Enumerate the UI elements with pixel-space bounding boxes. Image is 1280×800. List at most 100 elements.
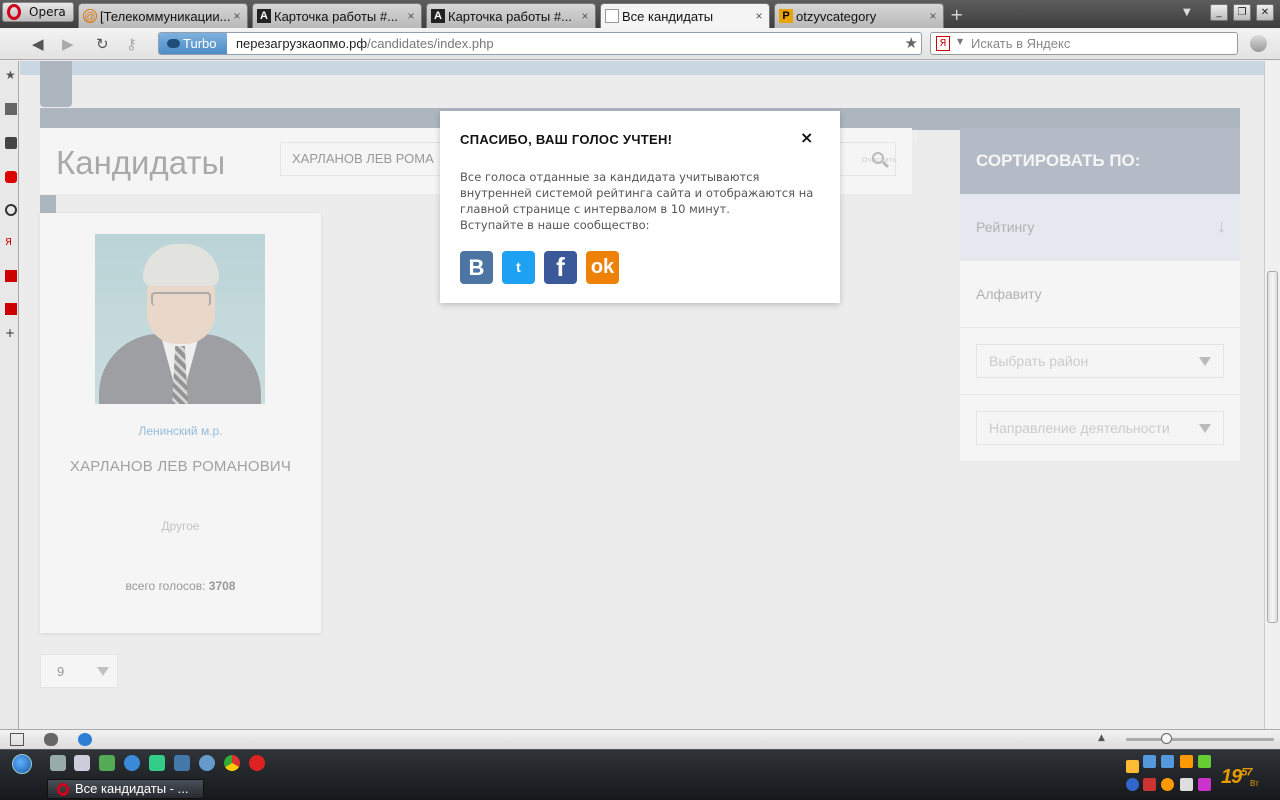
scrollbar-thumb[interactable]: [1267, 271, 1278, 623]
side-panel: ★ Я +: [0, 61, 19, 729]
opera-menu-button[interactable]: Opera: [2, 2, 74, 22]
twitter-icon[interactable]: t: [502, 251, 535, 284]
chevron-down-icon[interactable]: ▼: [957, 37, 963, 46]
close-icon[interactable]: ×: [231, 9, 243, 23]
tab-all-candidates[interactable]: Все кандидаты ×: [600, 3, 770, 28]
close-icon[interactable]: ×: [927, 9, 939, 23]
bookmarks-star-icon[interactable]: ★: [5, 69, 17, 81]
close-icon[interactable]: ×: [579, 9, 591, 23]
turbo-button[interactable]: Turbo: [159, 33, 227, 54]
quicklaunch-icon-1[interactable]: [50, 755, 66, 771]
history-icon[interactable]: [5, 204, 17, 216]
url-field[interactable]: Turbo перезагрузкаопмо.рф/candidates/ind…: [158, 32, 922, 55]
tray-icon-5[interactable]: [1198, 755, 1211, 768]
quicklaunch-icon-6[interactable]: [174, 755, 190, 771]
yandex-search-field[interactable]: Я ▼ Искать в Яндекс: [930, 32, 1238, 55]
forward-icon[interactable]: ▶: [62, 35, 74, 53]
modal-message: Все голоса отданные за кандидата учитыва…: [460, 169, 820, 233]
modal-title: СПАСИБО, ВАШ ГОЛОС УЧТЕН!: [460, 132, 673, 147]
a-icon: A: [431, 9, 445, 23]
tab-telecom[interactable]: @ [Телекоммуникации... ×: [78, 3, 248, 28]
tab-list-icon[interactable]: ▼: [1183, 7, 1191, 18]
zoom-slider-knob[interactable]: [1161, 733, 1172, 744]
taskbar-clock[interactable]: 1957: [1221, 766, 1253, 789]
page-viewport: ТЫ Кандидаты ХАРЛАНОВ ЛЕВ РОМА Очистить …: [20, 61, 1264, 729]
tray-network-icon[interactable]: [1143, 755, 1156, 768]
page-scrollbar[interactable]: [1264, 61, 1280, 729]
tray-network-icon-2[interactable]: [1161, 755, 1174, 768]
opera-menu-label: Opera: [29, 5, 66, 19]
youtube-icon[interactable]: [5, 171, 17, 183]
modal-message-line2: Вступайте в наше сообщество:: [460, 218, 650, 232]
back-icon[interactable]: ◀: [32, 35, 44, 53]
a-icon: A: [257, 9, 271, 23]
unite-icon[interactable]: [78, 733, 92, 746]
tab-work-card-1[interactable]: A Карточка работы #... ×: [252, 3, 422, 28]
yandex-side-icon[interactable]: Я: [5, 237, 17, 249]
tab-work-card-2[interactable]: A Карточка работы #... ×: [426, 3, 596, 28]
key-icon[interactable]: ⚷: [126, 35, 137, 53]
modal-message-line1: Все голоса отданные за кандидата учитыва…: [460, 170, 814, 216]
zoom-slider[interactable]: [1126, 738, 1274, 741]
turbo-label: Turbo: [183, 36, 217, 51]
reload-icon[interactable]: ↻: [96, 35, 109, 53]
opera-logo-icon: [7, 4, 21, 20]
browser-status-bar: ▲: [0, 729, 1280, 749]
ie-icon[interactable]: [124, 755, 140, 771]
speed-dial-icon[interactable]: [5, 103, 17, 115]
tray-icon-4[interactable]: [1180, 755, 1193, 768]
add-panel-icon[interactable]: +: [5, 327, 17, 339]
tab-label: Карточка работы #...: [448, 8, 572, 24]
clock-hour: 19: [1221, 766, 1242, 788]
search-placeholder: Искать в Яндекс: [971, 36, 1071, 51]
tray-avast-icon[interactable]: [1161, 778, 1174, 791]
quicklaunch-icon-2[interactable]: [74, 755, 90, 771]
facebook-icon[interactable]: f: [544, 251, 577, 284]
zoom-up-icon[interactable]: ▲: [1098, 733, 1105, 743]
vk-icon[interactable]: В: [460, 251, 493, 284]
tab-label: Все кандидаты: [622, 8, 714, 24]
url-domain: перезагрузкаопмо.рф: [236, 36, 368, 51]
tab-label: otzyvcategory: [796, 8, 877, 24]
bookmark-star-icon[interactable]: ★: [905, 34, 918, 52]
url-text: перезагрузкаопмо.рф/candidates/index.php: [236, 36, 494, 51]
yandex-browser-icon[interactable]: [249, 755, 265, 771]
at-icon: @: [83, 9, 97, 23]
cloud-icon: [167, 39, 180, 48]
odnoklassniki-icon[interactable]: ok: [586, 251, 619, 284]
p-icon: P: [779, 9, 793, 23]
vote-thanks-modal: СПАСИБО, ВАШ ГОЛОС УЧТЕН! × Все голоса о…: [440, 111, 840, 303]
address-toolbar: ◀ ▶ ↻ ⚷ Turbo перезагрузкаопмо.рф/candid…: [0, 28, 1280, 60]
panel-toggle-icon[interactable]: [10, 733, 24, 746]
tab-label: [Телекоммуникации...: [100, 8, 231, 24]
extension-icon[interactable]: [1250, 35, 1267, 52]
taskbar-window-opera[interactable]: Все кандидаты - ...: [47, 779, 204, 799]
clock-minutes: 57: [1241, 766, 1252, 779]
window-close-icon[interactable]: ✕: [1256, 4, 1274, 21]
quicklaunch-icon-3[interactable]: [99, 755, 115, 771]
tab-otzyvcategory[interactable]: P otzyvcategory ×: [774, 3, 944, 28]
yandex-icon: Я: [936, 36, 950, 51]
mail-icon[interactable]: [5, 137, 17, 149]
tray-icon-1[interactable]: [1126, 760, 1139, 773]
quicklaunch-icon-7[interactable]: [199, 755, 215, 771]
maximize-icon[interactable]: ❐: [1233, 4, 1251, 21]
chrome-icon[interactable]: [224, 755, 240, 771]
new-tab-icon[interactable]: +: [950, 5, 963, 24]
close-icon[interactable]: ×: [405, 9, 417, 23]
close-icon[interactable]: ×: [800, 128, 813, 147]
tray-icon-7[interactable]: [1143, 778, 1156, 791]
clock-day: Вт: [1250, 779, 1259, 788]
close-icon[interactable]: ×: [753, 9, 765, 23]
turbo-cloud-icon[interactable]: [44, 733, 58, 746]
tray-icon-6[interactable]: [1126, 778, 1139, 791]
quicklaunch-icon-5[interactable]: [149, 755, 165, 771]
acrobat-icon-2[interactable]: [5, 303, 17, 315]
tab-label: Карточка работы #...: [274, 8, 398, 24]
tray-icon-10[interactable]: [1198, 778, 1211, 791]
volume-icon[interactable]: [1180, 778, 1193, 791]
start-button-icon[interactable]: [12, 754, 32, 774]
minimize-icon[interactable]: _: [1210, 4, 1228, 21]
browser-tab-bar: Opera @ [Телекоммуникации... × A Карточк…: [0, 0, 1280, 28]
acrobat-icon[interactable]: [5, 270, 17, 282]
